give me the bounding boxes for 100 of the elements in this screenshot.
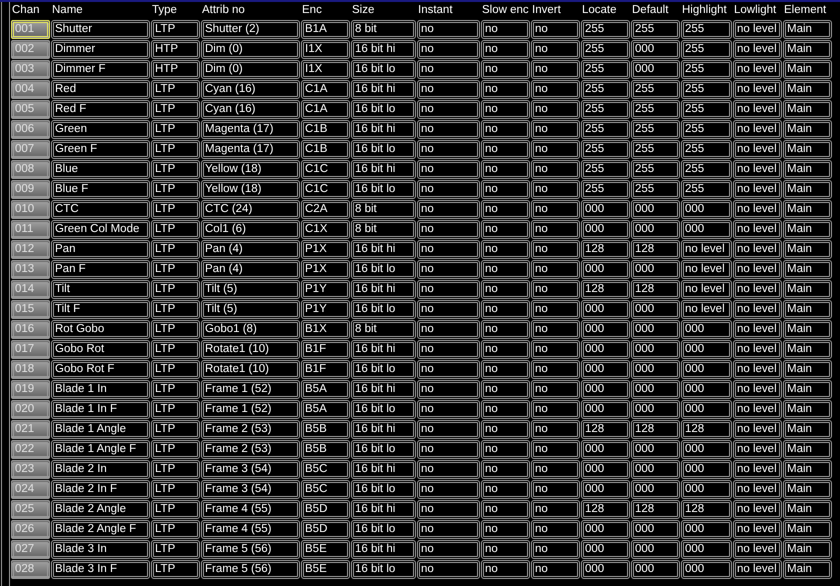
table-cell[interactable]: Main <box>783 400 832 419</box>
table-cell[interactable]: C1C <box>301 160 350 179</box>
table-cell[interactable]: C1X <box>301 220 350 239</box>
table-cell[interactable]: LTP <box>151 480 200 499</box>
table-cell[interactable]: no level <box>733 200 782 219</box>
table-cell[interactable]: 128 <box>631 280 680 299</box>
table-cell[interactable]: CTC <box>51 200 150 219</box>
table-cell[interactable]: no <box>481 60 530 79</box>
table-cell[interactable]: Rotate1 (10) <box>201 340 300 359</box>
table-cell[interactable]: Main <box>783 120 832 139</box>
table-cell[interactable]: no <box>417 520 480 539</box>
table-cell[interactable]: no <box>481 540 530 559</box>
table-cell[interactable]: 000 <box>631 400 680 419</box>
table-cell[interactable]: 255 <box>681 140 732 159</box>
table-cell[interactable]: 000 <box>581 340 630 359</box>
table-cell[interactable]: 000 <box>681 400 732 419</box>
table-cell[interactable]: no <box>531 400 580 419</box>
table-cell[interactable]: P1Y <box>301 280 350 299</box>
table-cell[interactable]: no <box>481 440 530 459</box>
table-cell[interactable]: 16 bit lo <box>351 180 416 199</box>
table-cell[interactable]: 000 <box>581 380 630 399</box>
table-cell[interactable]: Cyan (16) <box>201 80 300 99</box>
table-cell[interactable]: Main <box>783 220 832 239</box>
table-cell[interactable]: Frame 5 (56) <box>201 560 300 579</box>
table-cell[interactable]: no <box>531 500 580 519</box>
table-cell[interactable]: Frame 1 (52) <box>201 400 300 419</box>
table-cell[interactable]: Main <box>783 40 832 59</box>
table-cell[interactable]: 16 bit hi <box>351 280 416 299</box>
table-cell[interactable]: 8 bit <box>351 20 416 39</box>
table-cell[interactable]: 255 <box>681 120 732 139</box>
column-header[interactable]: Default <box>631 2 681 20</box>
table-cell[interactable]: no level <box>733 560 782 579</box>
table-cell[interactable]: Main <box>783 260 832 279</box>
table-cell[interactable]: no level <box>733 160 782 179</box>
table-cell[interactable]: 000 <box>581 480 630 499</box>
table-cell[interactable]: 000 <box>581 300 630 319</box>
table-cell[interactable]: 128 <box>631 500 680 519</box>
table-cell[interactable]: Blade 1 Angle F <box>51 440 150 459</box>
column-header[interactable]: Locate <box>581 2 631 20</box>
table-cell[interactable]: Tilt (5) <box>201 280 300 299</box>
table-cell[interactable]: Main <box>783 160 832 179</box>
table-cell[interactable]: no <box>531 60 580 79</box>
table-cell[interactable]: no level <box>681 240 732 259</box>
table-cell[interactable]: no <box>531 300 580 319</box>
table-cell[interactable]: 000 <box>581 320 630 339</box>
table-cell[interactable]: no <box>481 80 530 99</box>
table-cell[interactable]: Main <box>783 340 832 359</box>
table-cell[interactable]: 000 <box>581 400 630 419</box>
table-cell[interactable]: 255 <box>581 20 630 39</box>
table-cell[interactable]: C1C <box>301 180 350 199</box>
table-cell[interactable]: no <box>531 440 580 459</box>
table-cell[interactable]: no <box>531 40 580 59</box>
table-cell[interactable]: 16 bit hi <box>351 540 416 559</box>
table-cell[interactable]: Pan (4) <box>201 240 300 259</box>
table-cell[interactable]: no <box>481 480 530 499</box>
table-cell[interactable]: 128 <box>581 280 630 299</box>
table-cell[interactable]: no <box>481 320 530 339</box>
table-cell[interactable]: I1X <box>301 40 350 59</box>
table-cell[interactable]: Pan F <box>51 260 150 279</box>
table-cell[interactable]: LTP <box>151 380 200 399</box>
table-cell[interactable]: no <box>417 320 480 339</box>
table-cell[interactable]: 16 bit lo <box>351 260 416 279</box>
table-cell[interactable]: no <box>531 160 580 179</box>
table-cell[interactable]: no level <box>733 420 782 439</box>
table-cell[interactable]: LTP <box>151 560 200 579</box>
table-cell[interactable]: Main <box>783 80 832 99</box>
table-cell[interactable]: no level <box>733 40 782 59</box>
table-cell[interactable]: no <box>481 100 530 119</box>
table-cell[interactable]: Main <box>783 280 832 299</box>
table-cell[interactable]: no level <box>733 500 782 519</box>
table-cell[interactable]: no <box>417 260 480 279</box>
table-cell[interactable]: Blade 3 In F <box>51 560 150 579</box>
table-cell[interactable]: no <box>417 420 480 439</box>
table-cell[interactable]: no <box>417 20 480 39</box>
table-cell[interactable]: LTP <box>151 180 200 199</box>
table-cell[interactable]: no <box>531 460 580 479</box>
table-cell[interactable]: Tilt F <box>51 300 150 319</box>
table-cell[interactable]: no <box>531 420 580 439</box>
table-cell[interactable]: 000 <box>631 300 680 319</box>
table-cell[interactable]: 000 <box>681 540 732 559</box>
table-cell[interactable]: 255 <box>631 180 680 199</box>
table-cell[interactable]: Shutter <box>51 20 150 39</box>
table-cell[interactable]: 255 <box>581 160 630 179</box>
table-cell[interactable]: P1Y <box>301 300 350 319</box>
table-cell[interactable]: no <box>417 160 480 179</box>
table-cell[interactable]: no <box>417 200 480 219</box>
table-cell[interactable]: Dimmer F <box>51 60 150 79</box>
table-cell[interactable]: C1B <box>301 120 350 139</box>
table-cell[interactable]: no <box>481 120 530 139</box>
table-cell[interactable]: 16 bit lo <box>351 400 416 419</box>
table-cell[interactable]: 000 <box>631 540 680 559</box>
table-cell[interactable]: 000 <box>681 560 732 579</box>
table-cell[interactable]: no level <box>733 360 782 379</box>
table-cell[interactable]: 16 bit lo <box>351 520 416 539</box>
table-cell[interactable]: Magenta (17) <box>201 120 300 139</box>
table-cell[interactable]: Main <box>783 540 832 559</box>
table-cell[interactable]: 000 <box>631 60 680 79</box>
table-cell[interactable]: B5A <box>301 400 350 419</box>
table-cell[interactable]: LTP <box>151 140 200 159</box>
table-cell[interactable]: Frame 4 (55) <box>201 500 300 519</box>
